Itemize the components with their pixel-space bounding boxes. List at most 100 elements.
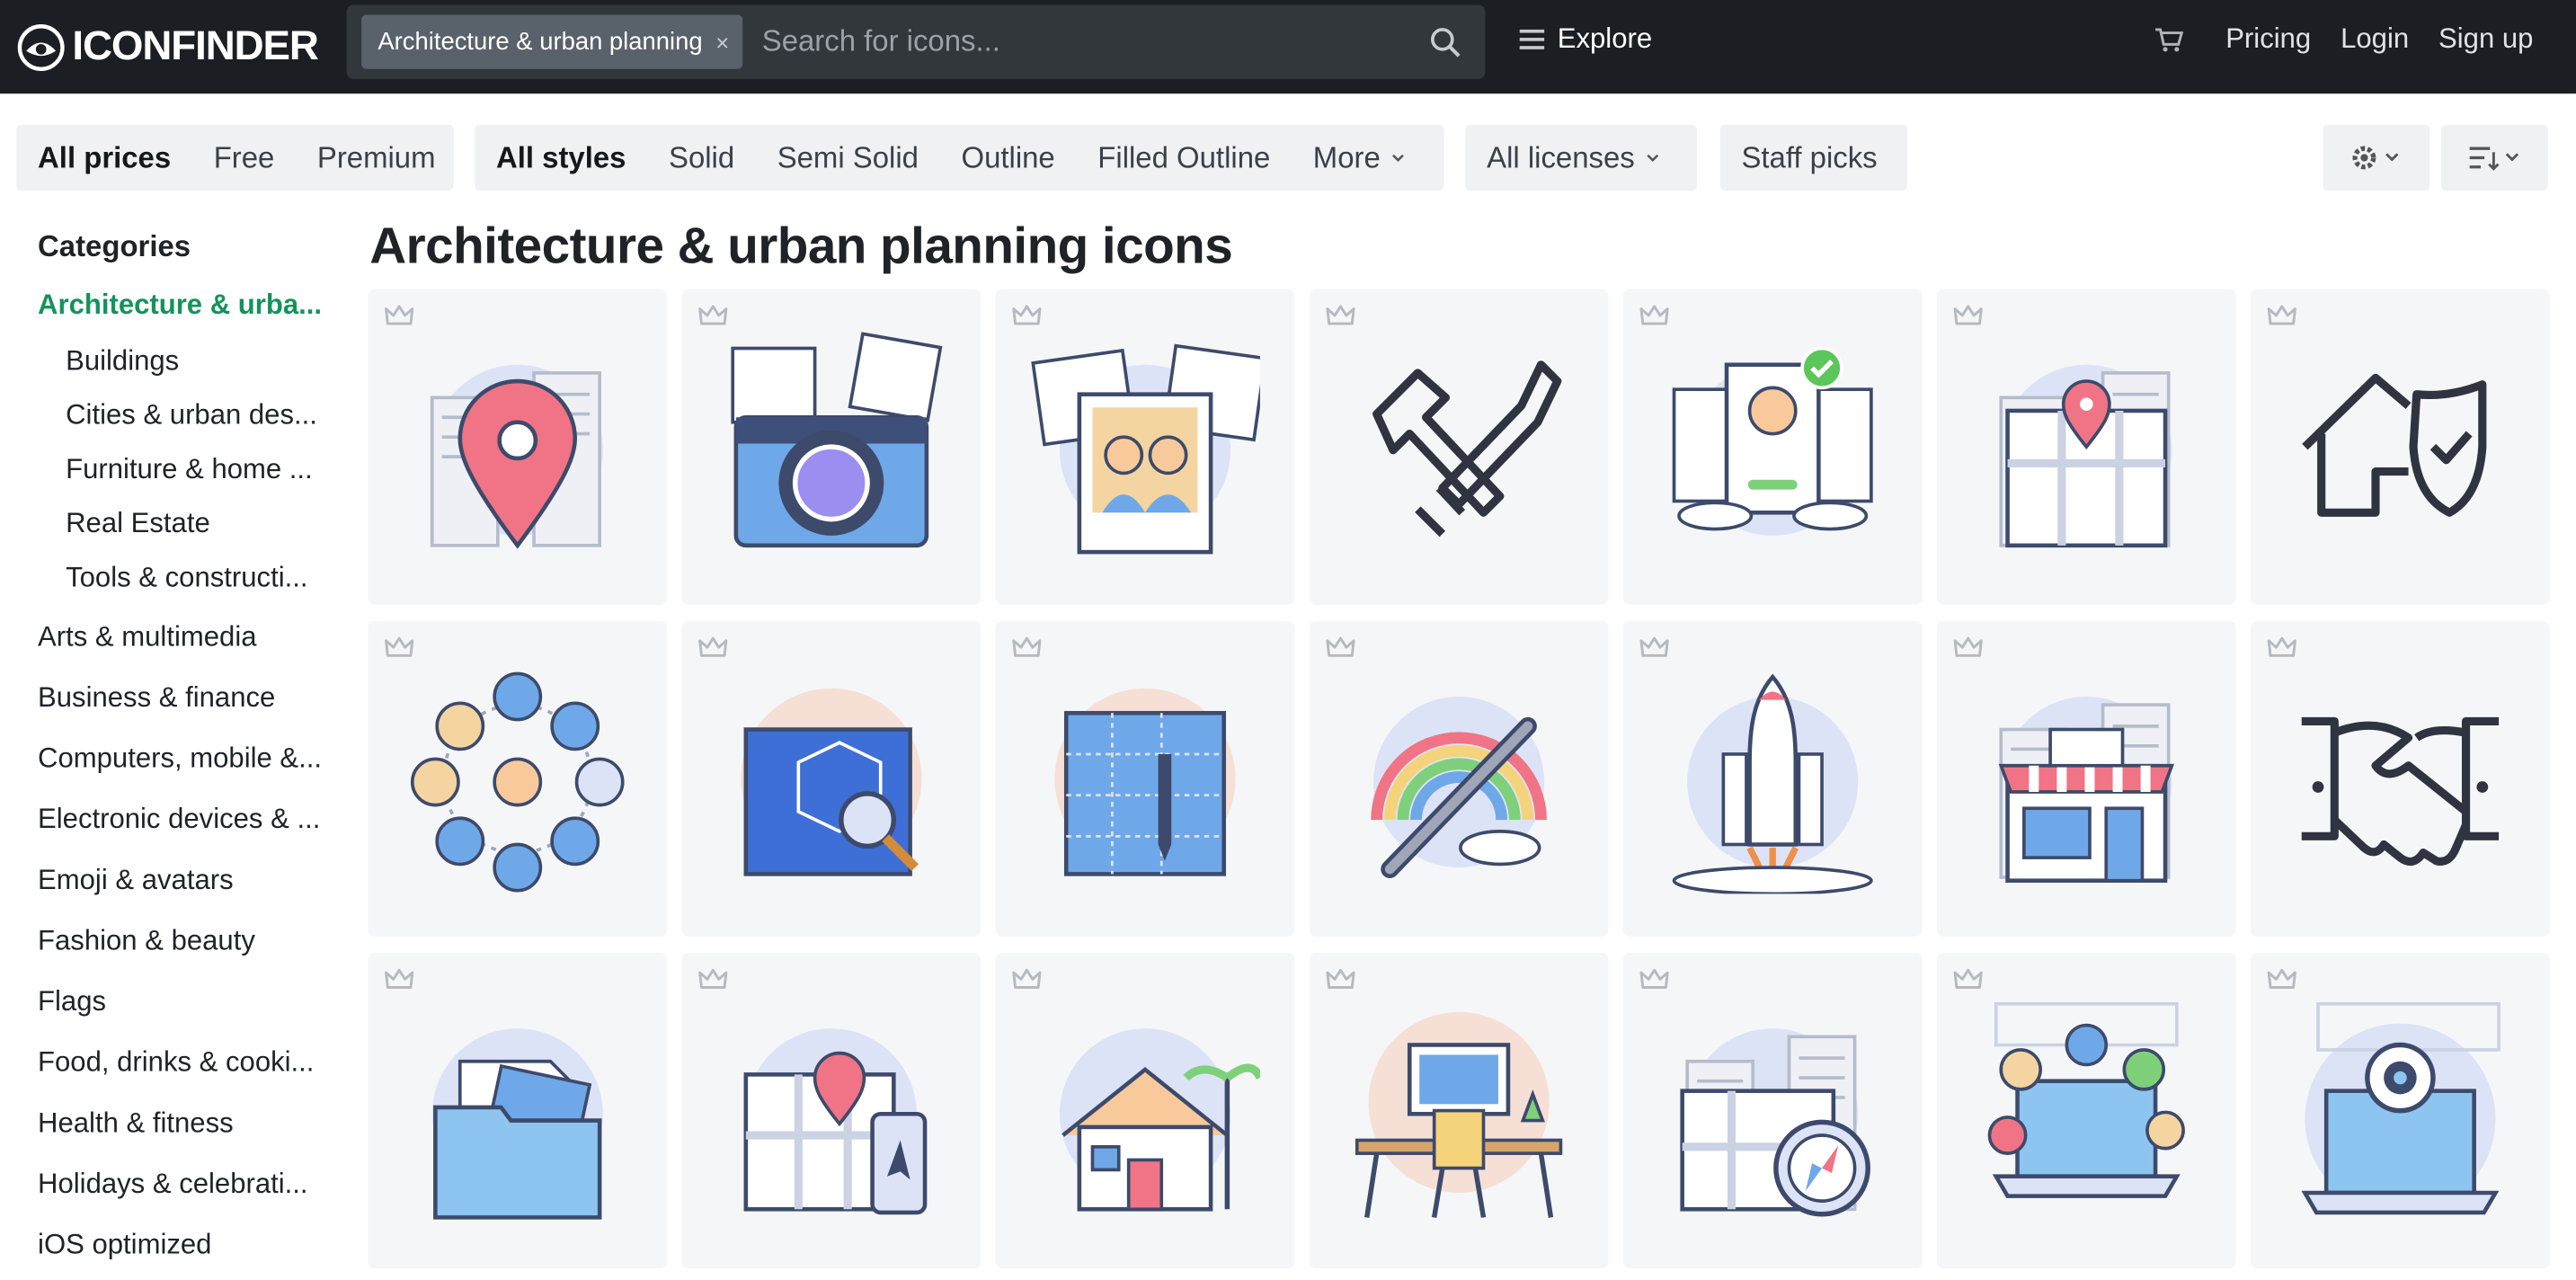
blueprint-cube-magnifier-icon [741,688,922,876]
folder-images-icon [431,1028,603,1220]
license-filter[interactable]: All licenses [1465,124,1698,191]
chevron-down-icon [1647,154,1659,163]
icon-tile[interactable] [681,953,982,1269]
premium-crown-icon [698,636,728,657]
icon-tile[interactable] [995,289,1295,605]
house-palm-trees-icon [1059,1028,1260,1212]
subcategory-item[interactable]: Cities & urban des... [38,399,333,453]
category-item[interactable]: Holidays & celebrati... [38,1169,333,1230]
rocket-launch-icon [1672,673,1873,894]
premium-crown-icon [385,305,414,325]
category-architecture[interactable]: Architecture & urba... [38,289,333,345]
filter-outline[interactable]: Outline [940,140,1077,174]
category-item[interactable]: Emoji & avatars [38,864,333,925]
search-icon[interactable] [1429,25,1462,58]
premium-crown-icon [1012,636,1042,657]
category-item[interactable]: Fashion & beauty [38,925,333,986]
chip-label: Architecture & urban planning [378,28,703,57]
premium-crown-icon [1012,305,1042,325]
filter-more[interactable]: More [1292,140,1428,174]
filter-filled-outline[interactable]: Filled Outline [1077,140,1292,174]
signup-link[interactable]: Sign up [2438,23,2533,57]
category-item[interactable]: iOS optimized [38,1229,333,1280]
gear-icon [2351,146,2398,170]
filter-premium[interactable]: Premium [296,140,457,174]
icon-tile[interactable] [368,620,668,937]
iconfinder-logo[interactable]: ICONFINDER [16,22,346,72]
filter-free[interactable]: Free [192,140,296,174]
icon-tile[interactable] [368,953,668,1269]
map-phone-navigation-icon [743,1028,928,1215]
icon-tile[interactable] [995,953,1295,1269]
icon-tile[interactable] [1622,289,1923,605]
sort-dropdown[interactable] [2441,124,2548,191]
icon-tile[interactable] [2251,953,2550,1269]
category-item[interactable]: Business & finance [38,682,333,743]
filter-solid[interactable]: Solid [647,140,756,174]
icon-tile[interactable] [681,620,982,937]
hammer-screwdriver-icon [1372,360,1562,538]
category-item[interactable]: Flags [38,986,333,1047]
category-item[interactable]: Computers, mobile &... [38,742,333,804]
hamburger-icon [1519,29,1545,49]
camera-photos-icon [731,332,943,548]
premium-crown-icon [385,636,414,657]
icon-tile[interactable] [1309,620,1609,937]
chip-close-icon[interactable]: × [715,29,729,55]
login-link[interactable]: Login [2341,23,2409,57]
filter-all-prices[interactable]: All prices [16,140,192,174]
premium-crown-icon [698,305,728,325]
icon-tile[interactable] [1622,620,1923,937]
house-shield-check-icon [2302,373,2487,517]
price-filter: All prices Free Premium [16,124,454,191]
search-filter-chip[interactable]: Architecture & urban planning × [361,14,742,69]
icon-tile[interactable] [681,289,982,605]
laptop-people-icon [1987,1001,2185,1198]
premium-crown-icon [1326,305,1355,325]
rainbow-magic-wand-icon [1371,696,1547,878]
explore-menu[interactable]: Explore [1519,23,1652,57]
more-label: More [1312,140,1381,173]
subcategory-item[interactable]: Real Estate [38,508,333,562]
icon-tile[interactable] [1309,953,1609,1269]
map-compass-icon [1680,1028,1870,1217]
eye-logo-icon [17,23,65,71]
icon-tile[interactable] [995,620,1295,937]
premium-crown-icon [1639,968,1669,989]
category-item[interactable]: Health & fitness [38,1107,333,1169]
staff-picks-filter[interactable]: Staff picks [1719,124,1908,191]
premium-crown-icon [385,968,414,989]
premium-crown-icon [1953,636,1983,657]
category-item[interactable]: Electronic devices & ... [38,804,333,865]
sort-icon [2468,147,2518,171]
subcategory-item[interactable]: Tools & constructi... [38,562,333,621]
icon-tile[interactable] [1622,953,1923,1269]
search-input[interactable] [742,24,1430,59]
icon-tile[interactable] [2251,289,2550,605]
premium-crown-icon [1326,968,1355,989]
premium-crown-icon [2267,305,2296,325]
blueprint-pen-icon [1054,688,1236,876]
storefront-icon [1998,696,2174,883]
filter-semi-solid[interactable]: Semi Solid [756,140,940,174]
premium-crown-icon [1326,636,1355,657]
subcategory-item[interactable]: Furniture & home ... [38,453,333,507]
category-item[interactable]: Arts & multimedia [38,621,333,682]
chevron-down-icon [1392,154,1405,163]
icon-tile[interactable] [1309,289,1609,605]
subcategory-item[interactable]: Buildings [38,345,333,399]
premium-crown-icon [1953,968,1983,989]
icon-tile[interactable] [1936,620,2236,937]
icon-tile[interactable] [368,289,668,605]
settings-dropdown[interactable] [2323,124,2430,191]
staff-picks-label: Staff picks [1741,140,1878,173]
polaroid-photo-icon [1031,343,1260,555]
cart-icon[interactable] [2154,24,2183,54]
icon-tile[interactable] [2251,620,2550,937]
premium-crown-icon [2267,636,2296,657]
pricing-link[interactable]: Pricing [2225,23,2311,57]
icon-tile[interactable] [1936,953,2236,1269]
icon-tile[interactable] [1936,289,2236,605]
filter-all-styles[interactable]: All styles [475,140,647,174]
category-item[interactable]: Food, drinks & cooki... [38,1046,333,1107]
